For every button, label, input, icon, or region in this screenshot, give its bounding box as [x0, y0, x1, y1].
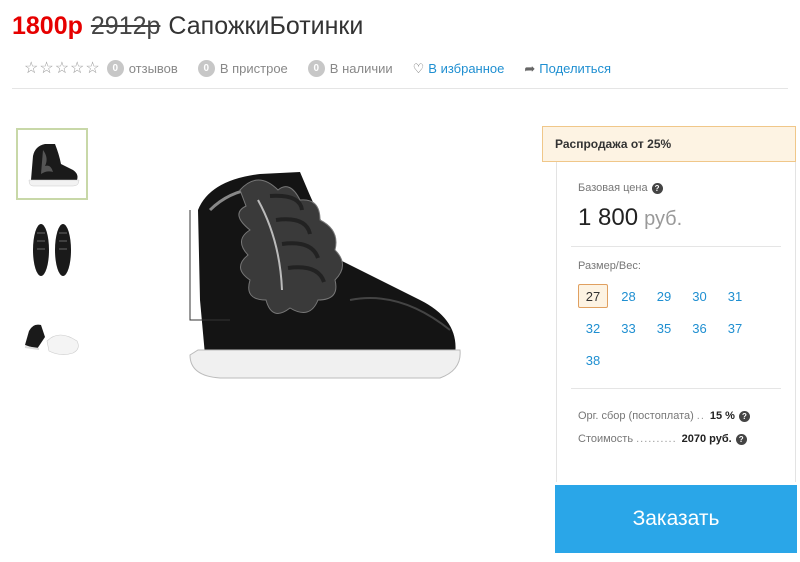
rating-stars[interactable]: ☆ ☆ ☆ ☆ ☆	[24, 60, 101, 77]
help-icon[interactable]: ?	[651, 182, 663, 194]
boot-side-thumbnail-image	[28, 144, 80, 187]
base-price-label-row: Базовая цена ?	[578, 182, 663, 194]
size-option[interactable]: 31	[720, 284, 750, 308]
high-top-boot-image	[189, 172, 461, 379]
stock-count-badge: 0	[307, 60, 325, 77]
order-button[interactable]: Заказать	[555, 485, 797, 553]
stock-label: В наличии	[329, 61, 393, 76]
star-icon[interactable]: ☆	[55, 60, 69, 77]
product-main-image[interactable]	[170, 150, 470, 390]
thumbnail-top-view[interactable]	[16, 214, 88, 286]
size-label: Размер/Вес:	[578, 260, 641, 272]
size-option[interactable]: 35	[649, 316, 679, 340]
star-icon[interactable]: ☆	[70, 60, 84, 77]
org-fee-value: 15 %	[709, 410, 735, 422]
attached-count-badge: 0	[197, 60, 215, 77]
size-option[interactable]: 32	[578, 316, 608, 340]
sale-banner: Распродажа от 25%	[542, 126, 796, 162]
star-icon[interactable]: ☆	[39, 60, 53, 77]
base-price: 1 800 руб.	[578, 204, 682, 232]
share-link[interactable]: ➦ Поделиться	[524, 61, 611, 77]
size-options: 27 28 29 30 31 32 33 35 36 37 38	[578, 284, 758, 380]
price-old: 2912р	[90, 12, 161, 40]
divider	[571, 388, 781, 389]
add-to-favorites-link[interactable]: ♡ В избранное	[413, 61, 505, 77]
stock-count: 0 В наличии	[307, 60, 393, 77]
org-fee-dots: ..	[696, 410, 705, 422]
reviews-count-badge: 0	[106, 60, 124, 77]
size-option[interactable]: 30	[685, 284, 715, 308]
boot-sole-thumbnail-image	[24, 324, 79, 355]
order-panel: Базовая цена ? 1 800 руб. Размер/Вес: 27…	[556, 162, 796, 482]
share-arrow-icon: ➦	[524, 60, 536, 76]
product-title-row: 1800р 2912р СапожкиБотинки	[12, 12, 363, 46]
cost-row: Стоимость .......... 2070 руб. ?	[578, 433, 747, 445]
header-divider	[12, 88, 788, 89]
product-name: СапожкиБотинки	[168, 12, 364, 40]
favorites-label: В избранное	[428, 61, 505, 76]
size-option[interactable]: 38	[578, 348, 608, 372]
attached-label: В пристрое	[219, 61, 288, 76]
thumbnail-list	[16, 128, 88, 386]
attached-count: 0 В пристрое	[197, 60, 288, 77]
base-price-label: Базовая цена	[578, 182, 648, 194]
product-meta-row: ☆ ☆ ☆ ☆ ☆ 0 отзывов 0 В пристрое 0 В нал…	[24, 60, 631, 77]
reviews-count: 0 отзывов	[106, 60, 178, 77]
size-option[interactable]: 27	[578, 284, 608, 308]
size-option[interactable]: 37	[720, 316, 750, 340]
star-icon[interactable]: ☆	[85, 60, 99, 77]
heart-icon: ♡	[412, 60, 425, 76]
org-fee-row: Орг. сбор (постоплата) .. 15 % ?	[578, 410, 750, 422]
price-new: 1800р	[12, 12, 83, 40]
size-option[interactable]: 28	[614, 284, 644, 308]
thumbnail-side-view[interactable]	[16, 128, 88, 200]
cost-label: Стоимость	[578, 433, 634, 445]
size-option[interactable]: 29	[649, 284, 679, 308]
base-price-currency: руб.	[644, 208, 683, 230]
help-icon[interactable]: ?	[735, 433, 747, 445]
org-fee-label: Орг. сбор (постоплата)	[578, 410, 694, 422]
cost-dots: ..........	[636, 433, 677, 445]
size-option[interactable]: 33	[614, 316, 644, 340]
help-icon[interactable]: ?	[738, 410, 750, 422]
thumbnail-sole-view[interactable]	[16, 300, 88, 372]
divider	[571, 246, 781, 247]
boot-top-thumbnail-image	[33, 224, 71, 276]
reviews-label: отзывов	[128, 61, 178, 76]
cost-value: 2070 руб.	[681, 433, 732, 445]
base-price-value: 1 800	[578, 204, 639, 231]
size-option[interactable]: 36	[685, 316, 715, 340]
star-icon[interactable]: ☆	[24, 60, 38, 77]
share-label: Поделиться	[539, 61, 612, 76]
